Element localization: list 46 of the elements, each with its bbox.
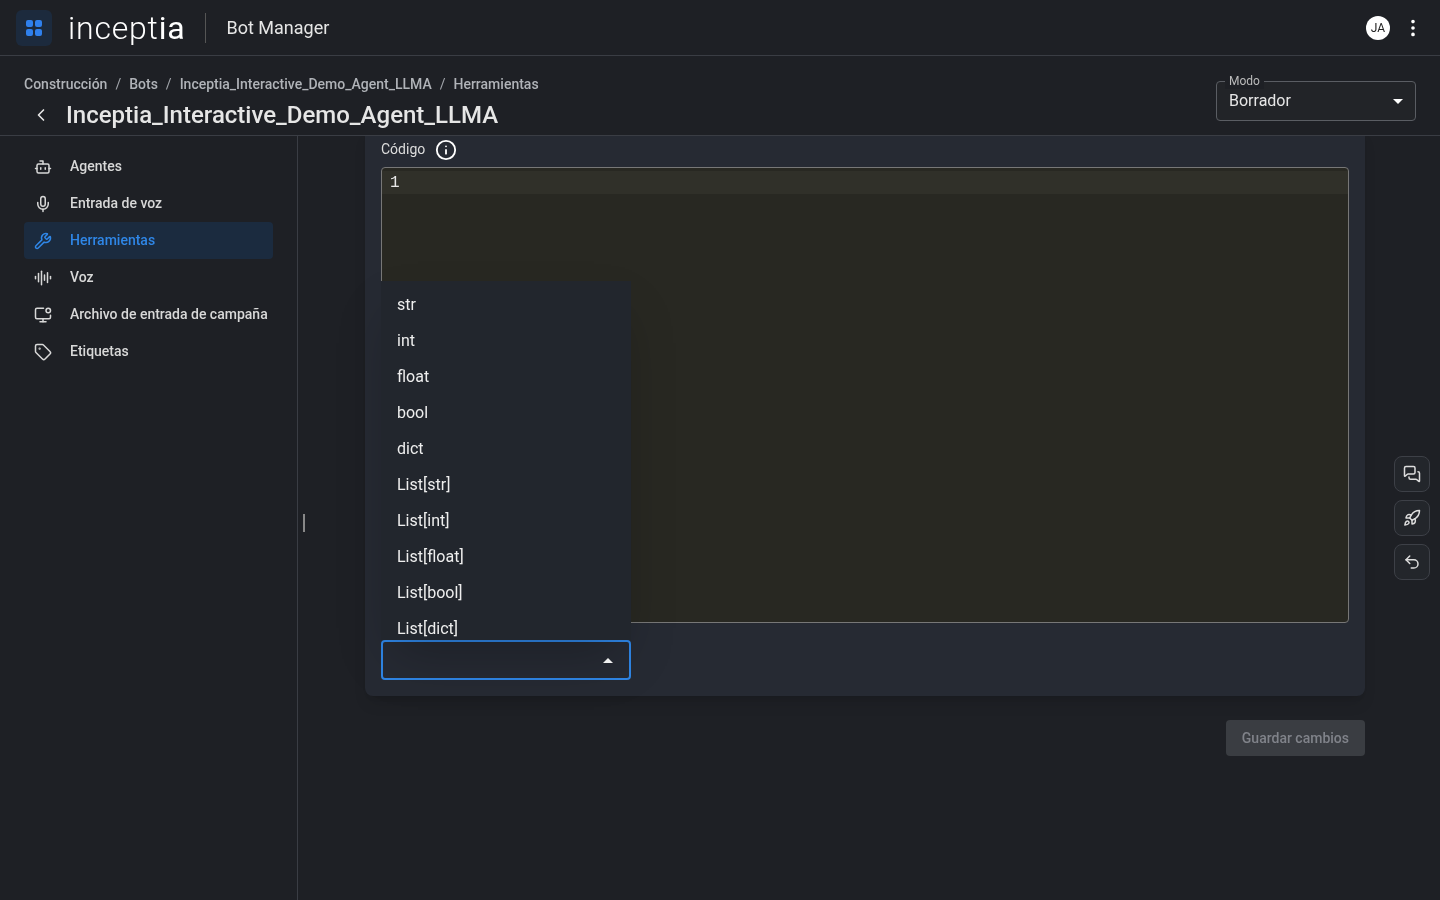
caret-icon — [1393, 98, 1403, 104]
return-type-select[interactable] — [381, 640, 631, 680]
menu-option[interactable]: str — [381, 287, 631, 323]
sidebar-item[interactable]: Etiquetas — [24, 333, 273, 370]
menu-option[interactable]: int — [381, 323, 631, 359]
wrench-icon — [34, 231, 52, 250]
menu-option[interactable]: bool — [381, 395, 631, 431]
logo: inceptia — [68, 11, 186, 44]
breadcrumb-link[interactable]: Herramientas — [453, 74, 539, 95]
rocket-icon — [1403, 509, 1421, 527]
chat-icon — [1403, 465, 1421, 483]
info-icon[interactable] — [435, 138, 458, 161]
breadcrumb-separator: / — [115, 75, 122, 94]
breadcrumb-link[interactable]: Construcción — [24, 74, 108, 95]
sidebar-item[interactable]: Agentes — [24, 148, 273, 185]
app-name: Bot Manager — [226, 16, 330, 40]
menu-option[interactable]: List[float] — [381, 539, 631, 575]
breadcrumb-separator: / — [165, 75, 172, 94]
menu-option[interactable]: List[str] — [381, 467, 631, 503]
sidebar-item[interactable]: Voz — [24, 259, 273, 296]
rocket-button[interactable] — [1394, 500, 1430, 536]
menu-option[interactable]: List[bool] — [381, 575, 631, 611]
breadcrumb-separator: / — [439, 75, 446, 94]
user-avatar[interactable]: JA — [1366, 15, 1390, 40]
menu-option[interactable]: dict — [381, 431, 631, 467]
undo-icon — [1403, 553, 1421, 571]
resize-handle[interactable] — [303, 514, 305, 532]
line-number: 1 — [390, 172, 400, 194]
tag-icon — [34, 342, 52, 361]
chat-button[interactable] — [1394, 456, 1430, 492]
breadcrumb-link[interactable]: Inceptia_Interactive_Demo_Agent_LLMA — [179, 74, 432, 95]
sidebar-item[interactable]: Entrada de voz — [24, 185, 273, 222]
app-grid-icon[interactable] — [16, 9, 52, 46]
breadcrumb-link[interactable]: Bots — [129, 74, 158, 95]
undo-button[interactable] — [1394, 544, 1430, 580]
sidebar-item[interactable]: Archivo de entrada de campaña — [24, 296, 273, 333]
robot-icon — [34, 157, 52, 176]
code-label: Código — [381, 140, 426, 159]
monitor-icon — [34, 305, 52, 324]
sound-wave-icon — [34, 268, 52, 287]
sidebar-item[interactable]: Herramientas — [24, 222, 273, 259]
microphone-icon — [34, 194, 52, 213]
menu-option[interactable]: float — [381, 359, 631, 395]
caret-icon — [603, 657, 613, 663]
menu-option[interactable]: List[int] — [381, 503, 631, 539]
page-title: Inceptia_Interactive_Demo_Agent_LLMA — [66, 100, 499, 131]
